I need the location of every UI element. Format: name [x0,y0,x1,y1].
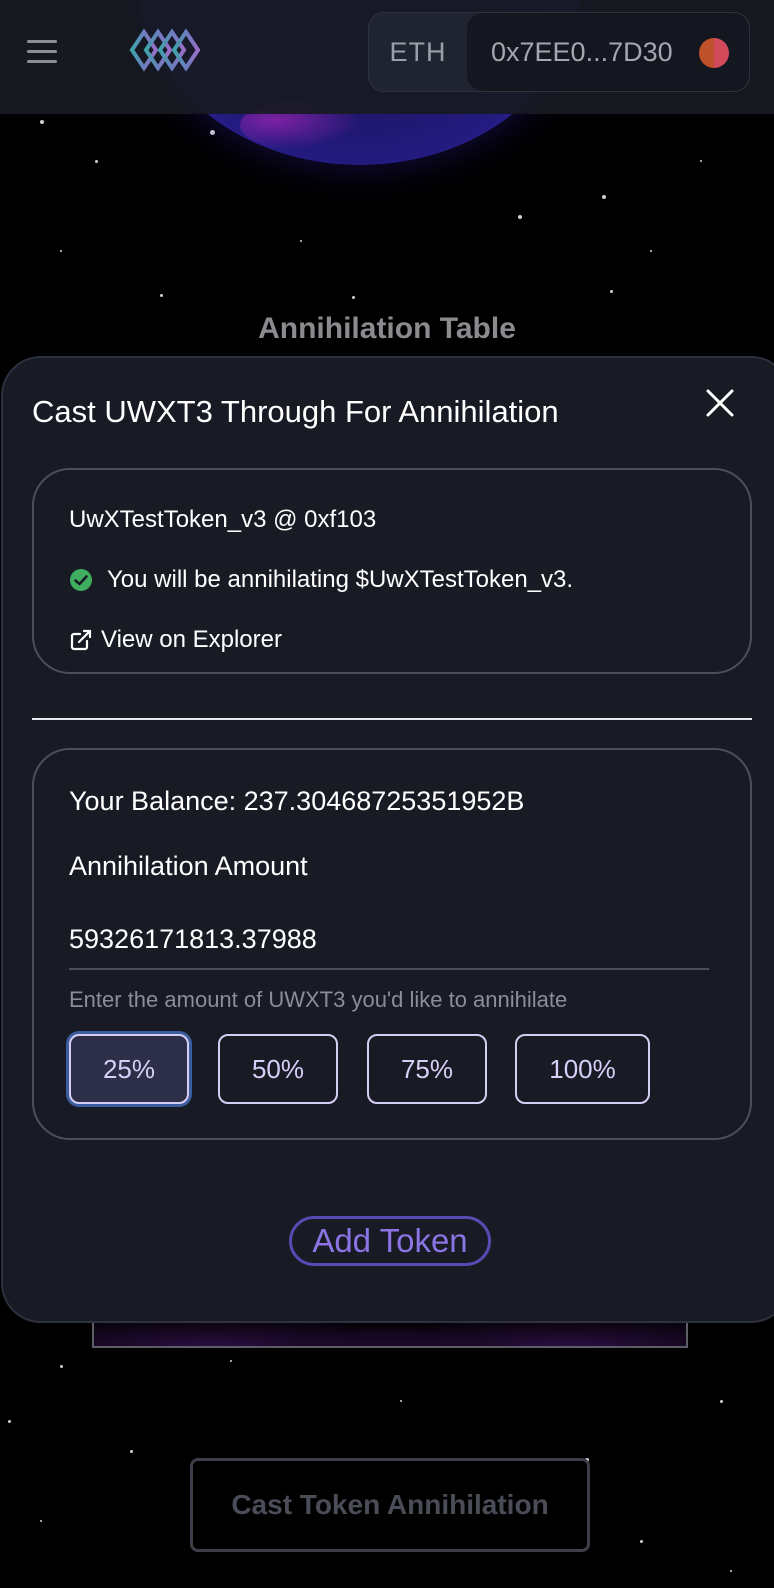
cast-annihilation-modal: Cast UWXT3 Through For Annihilation UwXT… [1,356,774,1323]
cast-token-annihilation-button[interactable]: Cast Token Annihilation [190,1458,590,1552]
modal-title: Cast UWXT3 Through For Annihilation [32,394,559,429]
wallet-connection-group: ETH 0x7EE0...7D30 [368,12,750,92]
page: ETH 0x7EE0...7D30 Annihilation Table Cas… [0,0,774,1588]
token-info-card: UwXTestToken_v3 @ 0xf103 You will be ann… [32,468,752,674]
verification-text: You will be annihilating $UwXTestToken_v… [107,566,574,593]
percent-75-button[interactable]: 75% [367,1034,487,1104]
add-token-button[interactable]: Add Token [289,1216,491,1266]
annihilation-amount-input[interactable] [69,910,709,970]
balance-text: Your Balance: 237.30468725351952B [69,786,525,816]
percent-50-button[interactable]: 50% [218,1034,338,1104]
wallet-address-text: 0x7EE0...7D30 [491,36,673,67]
view-on-explorer-label: View on Explorer [101,626,282,653]
percent-25-button[interactable]: 25% [69,1034,189,1104]
verification-row: You will be annihilating $UwXTestToken_v… [69,566,573,594]
annihilation-table-title: Annihilation Table [258,312,516,345]
wallet-address-button[interactable]: 0x7EE0...7D30 [467,13,749,91]
close-icon[interactable] [703,386,737,420]
token-name: UwXTestToken_v3 @ 0xf103 [69,506,377,533]
external-link-icon [70,629,92,651]
amount-helper-text: Enter the amount of UWXT3 you'd like to … [69,987,568,1012]
check-circle-icon [70,569,92,591]
network-selector[interactable]: ETH [369,13,467,91]
percent-100-button[interactable]: 100% [515,1034,650,1104]
top-navigation-bar: ETH 0x7EE0...7D30 [0,0,774,114]
wallet-avatar [699,38,729,68]
app-logo-icon[interactable] [128,24,204,76]
section-divider [32,718,752,720]
view-on-explorer-link[interactable]: View on Explorer [69,626,282,654]
annihilation-amount-label: Annihilation Amount [69,851,308,881]
annihilation-amount-card: Your Balance: 237.30468725351952B Annihi… [32,748,752,1140]
hamburger-menu-icon[interactable] [27,38,57,64]
